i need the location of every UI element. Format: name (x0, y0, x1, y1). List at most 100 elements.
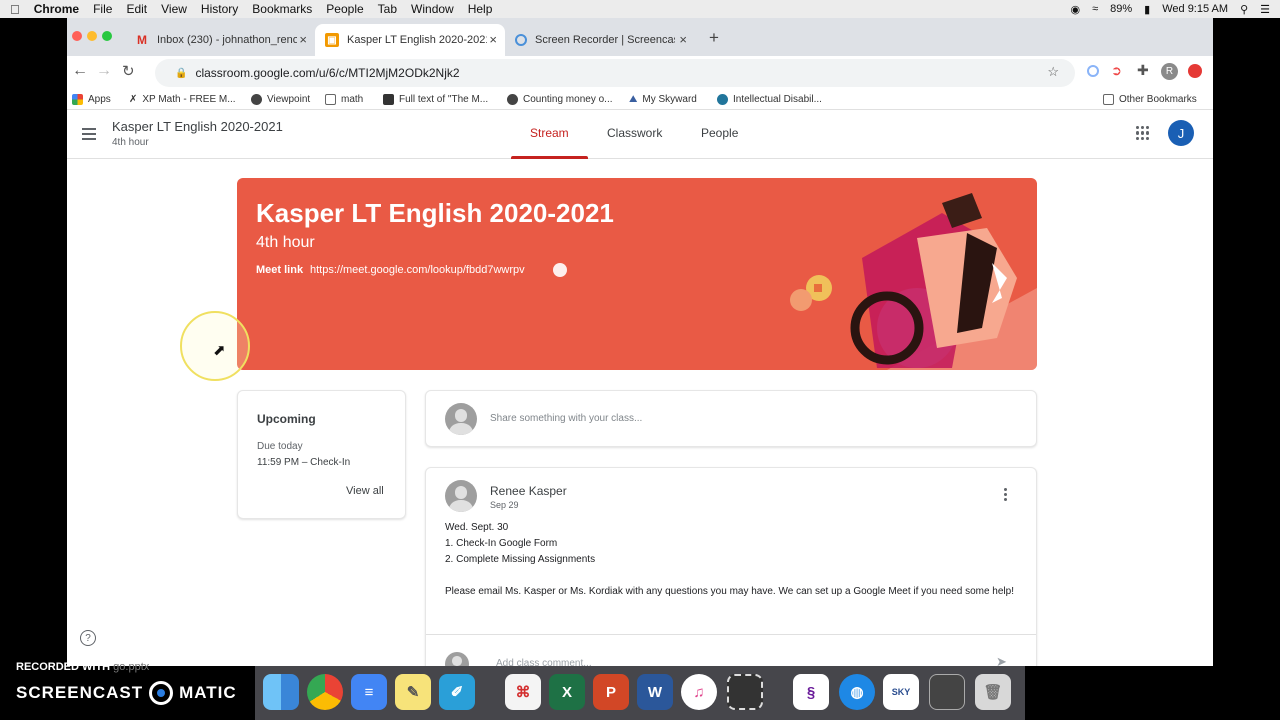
screencast-logo: SCREENCAST MATIC (16, 681, 237, 705)
mouse-cursor-icon: ⬈ (213, 342, 226, 359)
google-apps-icon[interactable] (1136, 126, 1150, 140)
finder-icon[interactable] (263, 674, 299, 710)
upcoming-item[interactable]: 11:59 PM – Check-In (257, 457, 350, 468)
tab-classroom[interactable]: ▣ Kasper LT English 2020-2021 · × (315, 24, 505, 56)
meet-link-label: Meet link (256, 264, 304, 276)
minimize-window-button[interactable] (87, 31, 97, 41)
profile-avatar[interactable]: R (1161, 63, 1178, 80)
gmail-icon: M (137, 33, 147, 47)
bookmark-other[interactable]: Other Bookmarks (1103, 94, 1197, 105)
bookmark-intellectual-disabilities[interactable]: Intellectual Disabil... (717, 94, 822, 105)
share-card[interactable]: Share something with your class... (425, 390, 1037, 447)
bookmark-counting-money[interactable]: Counting money o... (507, 94, 613, 105)
powerpoint-icon[interactable]: P (593, 674, 629, 710)
word-icon[interactable]: W (637, 674, 673, 710)
meet-video-icon[interactable] (553, 263, 567, 277)
google-docs-icon[interactable]: ≡ (351, 674, 387, 710)
menu-help[interactable]: Help (468, 2, 493, 16)
back-icon[interactable]: ← (72, 62, 88, 80)
menu-edit[interactable]: Edit (126, 2, 147, 16)
menu-window[interactable]: Window (411, 2, 454, 16)
new-tab-icon[interactable]: + (709, 28, 719, 48)
screenshot-icon[interactable] (727, 674, 763, 710)
control-center-icon[interactable]: ☰ (1260, 3, 1270, 16)
window-stack-icon[interactable] (929, 674, 965, 710)
bookmark-label: Other Bookmarks (1119, 94, 1197, 105)
bookmark-label: Intellectual Disabil... (733, 94, 822, 105)
chrome-icon[interactable] (307, 674, 343, 710)
acrobat-icon[interactable]: ⌘ (505, 674, 541, 710)
menu-history[interactable]: History (201, 2, 238, 16)
bookmarks-bar: Apps ✗ XP Math - FREE M... Viewpoint math… (67, 90, 1213, 110)
more-options-icon[interactable] (1004, 488, 1008, 501)
send-icon[interactable]: ➤ (996, 654, 1007, 666)
reload-icon[interactable]: ↻ (122, 62, 135, 80)
close-window-button[interactable] (72, 31, 82, 41)
tab-stream[interactable]: Stream (530, 126, 569, 140)
post-line: Please email Ms. Kasper or Ms. Kordiak w… (445, 586, 1014, 597)
user-avatar-placeholder (445, 403, 477, 435)
extension-circle-icon[interactable] (1087, 65, 1099, 77)
bookmark-viewpoint[interactable]: Viewpoint (251, 94, 310, 105)
spotlight-icon[interactable]: ⚲ (1240, 3, 1248, 16)
tab-people[interactable]: People (701, 126, 738, 140)
extensions-puzzle-icon[interactable]: ✚ (1137, 62, 1149, 79)
class-title[interactable]: Kasper LT English 2020-2021 (112, 119, 283, 134)
trash-icon[interactable]: 🗑 (975, 674, 1011, 710)
app-swirl-icon[interactable]: § (793, 674, 829, 710)
menu-view[interactable]: View (161, 2, 187, 16)
clock[interactable]: Wed 9:15 AM (1162, 3, 1228, 15)
menu-app-name[interactable]: Chrome (34, 2, 79, 16)
menu-tab[interactable]: Tab (378, 2, 397, 16)
banner-section: 4th hour (256, 234, 315, 251)
stickies-icon[interactable]: ✎ (395, 674, 431, 710)
menu-bookmarks[interactable]: Bookmarks (252, 2, 312, 16)
bookmark-label: My Skyward (642, 94, 697, 105)
forward-icon[interactable]: → (96, 62, 112, 80)
skyward-app-icon[interactable]: SKY (883, 674, 919, 710)
hamburger-menu-icon[interactable] (82, 128, 96, 140)
wifi-icon[interactable]: ≈ (1092, 3, 1098, 15)
help-icon[interactable]: ? (80, 630, 96, 646)
excel-icon[interactable]: X (549, 674, 585, 710)
record-icon[interactable]: ◉ (1070, 3, 1080, 16)
menu-people[interactable]: People (326, 2, 363, 16)
upcoming-due: Due today (257, 441, 303, 452)
xp-math-icon: ✗ (129, 94, 138, 105)
maximize-window-button[interactable] (102, 31, 112, 41)
star-icon[interactable]: ☆ (1047, 64, 1059, 80)
tab-screencast[interactable]: Screen Recorder | Screencast × (505, 24, 695, 56)
classroom-header: Kasper LT English 2020-2021 4th hour Str… (67, 110, 1213, 159)
close-tab-icon[interactable]: × (679, 32, 687, 47)
textedit-icon[interactable]: ✐ (439, 674, 475, 710)
address-bar[interactable]: 🔒 classroom.google.com/u/6/c/MTI2MjM2ODk… (155, 59, 1075, 87)
extension-arrow-icon[interactable]: ➲ (1111, 63, 1122, 79)
bookmark-xp-math[interactable]: ✗ XP Math - FREE M... (129, 94, 236, 105)
battery-icon[interactable]: ▮ (1144, 3, 1150, 16)
extension-red-icon[interactable] (1188, 64, 1202, 78)
url-text: classroom.google.com/u/6/c/MTI2MjM2ODk2N… (195, 66, 460, 80)
wordpress-icon (717, 94, 728, 105)
author-avatar (445, 480, 477, 512)
globe-icon (507, 94, 518, 105)
network-globe-icon[interactable]: ◍ (839, 674, 875, 710)
screencast-record-icon (149, 681, 174, 705)
share-input[interactable]: Share something with your class... (490, 413, 642, 424)
close-tab-icon[interactable]: × (489, 32, 497, 47)
screencast-icon (515, 34, 527, 46)
apple-icon[interactable]:  (10, 2, 20, 17)
tab-classwork[interactable]: Classwork (607, 126, 662, 140)
itunes-icon[interactable]: ♫ (681, 674, 717, 710)
bookmark-math[interactable]: math (325, 94, 363, 105)
watermark-filename: go.pptx (113, 661, 150, 673)
close-tab-icon[interactable]: × (299, 32, 307, 47)
meet-link-url[interactable]: https://meet.google.com/lookup/fbdd7wwrp… (310, 264, 525, 276)
tab-gmail[interactable]: M Inbox (230) - johnathon_renoll × (125, 24, 315, 56)
bookmark-apps[interactable]: Apps (72, 94, 111, 105)
bookmark-full-text[interactable]: Full text of "The M... (383, 94, 488, 105)
bookmark-skyward[interactable]: ⛰ My Skyward (629, 94, 697, 105)
user-avatar[interactable]: J (1168, 120, 1194, 146)
menu-file[interactable]: File (93, 2, 112, 16)
comment-input[interactable]: Add class comment... (496, 658, 592, 666)
view-all-link[interactable]: View all (346, 485, 384, 497)
